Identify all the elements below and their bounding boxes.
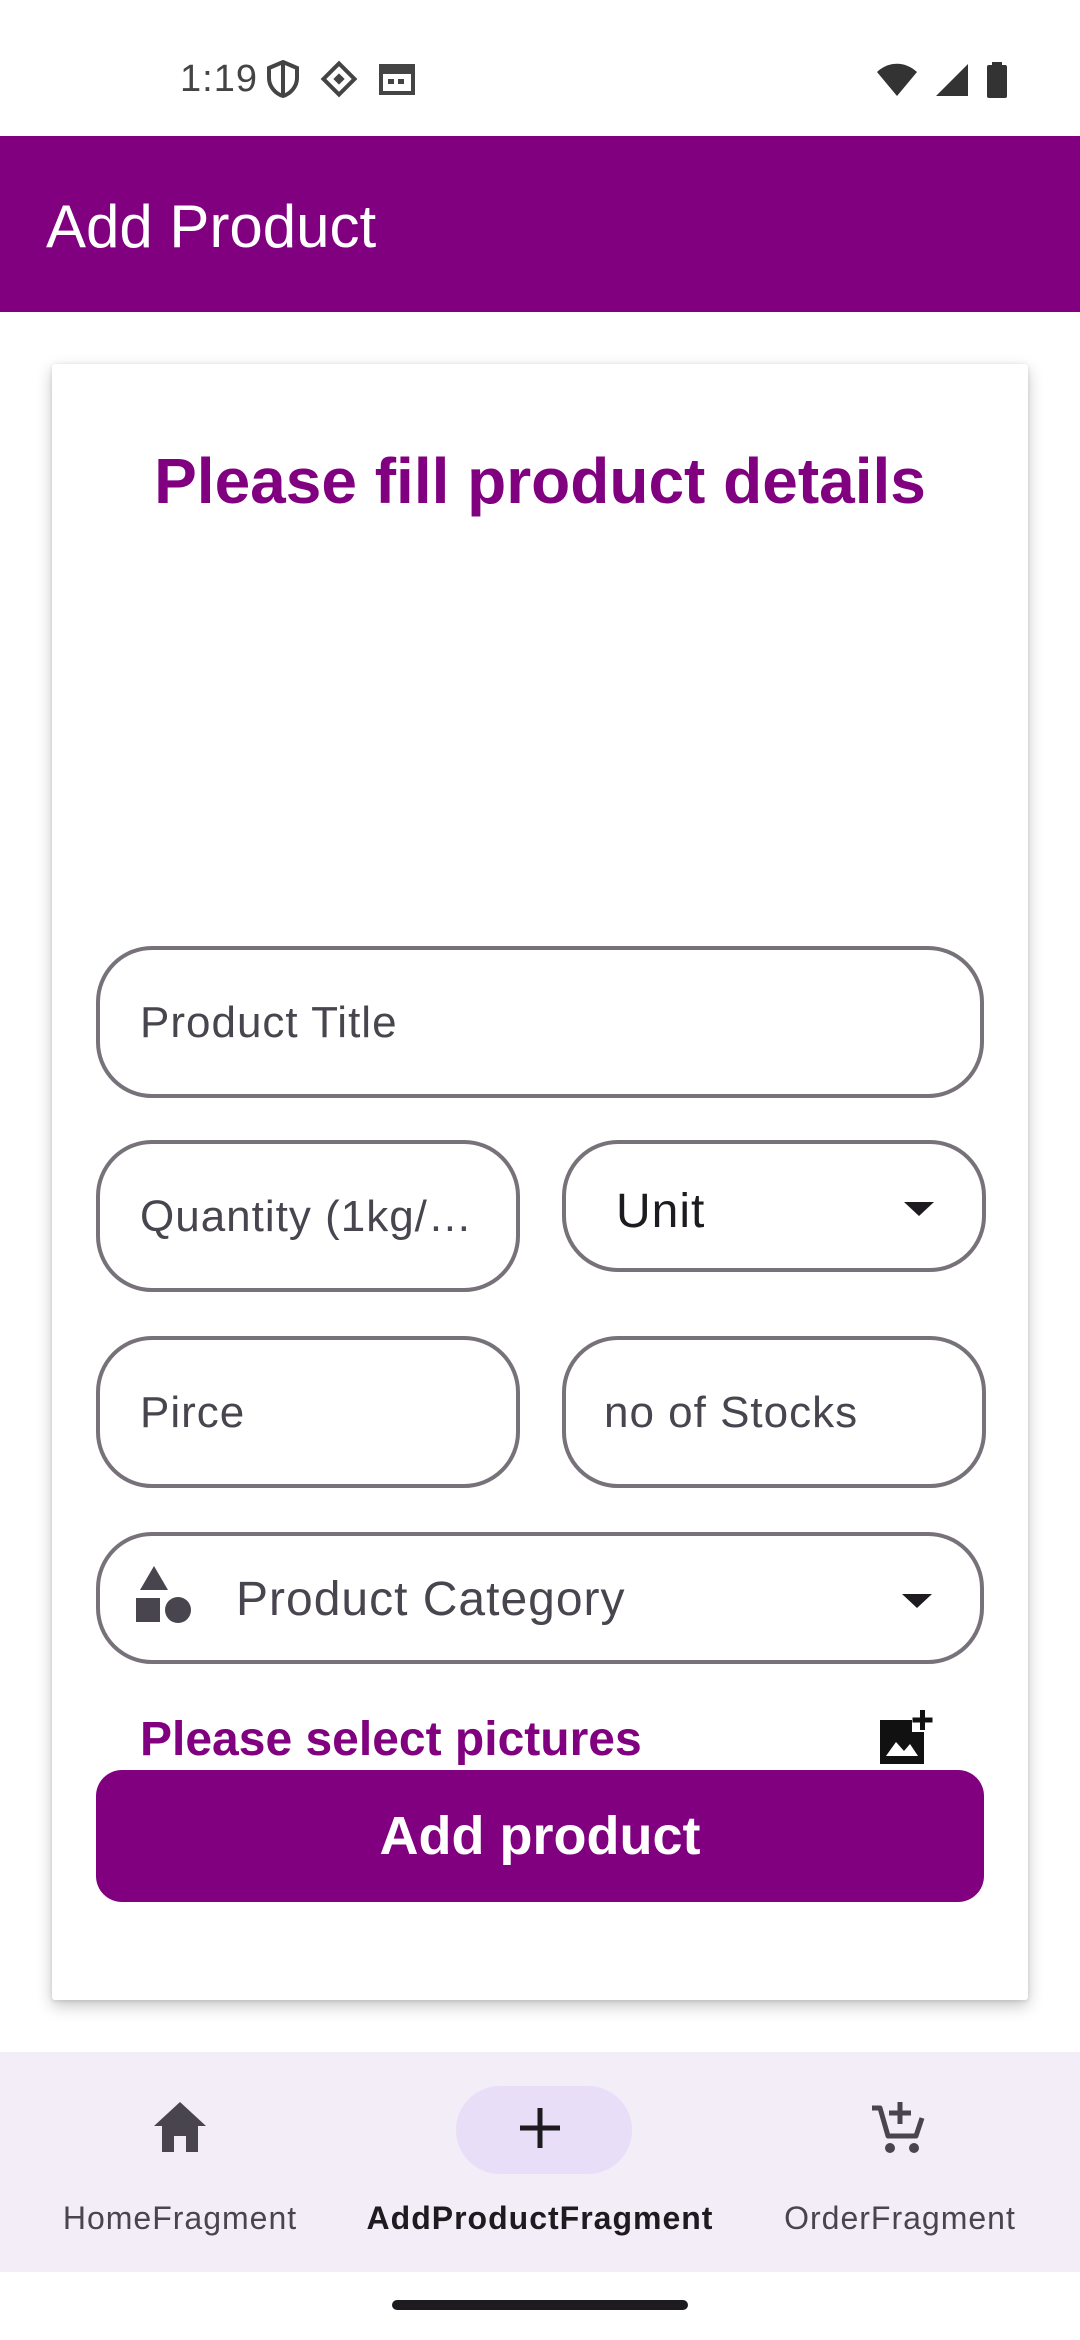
nav-item-add-product[interactable]: AddProductFragment — [360, 2052, 720, 2272]
status-system-icons — [876, 62, 1008, 98]
gesture-navigation-bar[interactable] — [392, 2300, 688, 2310]
quantity-field[interactable]: Quantity (1kg/… — [96, 1140, 520, 1292]
page-title: Add Product — [46, 193, 377, 260]
product-title-field[interactable]: Product Title — [96, 946, 984, 1098]
chevron-down-icon — [904, 1202, 934, 1216]
diamond-icon — [320, 60, 358, 98]
calendar-icon — [378, 62, 416, 96]
add-photo-icon[interactable] — [876, 1708, 936, 1773]
home-icon — [152, 2100, 208, 2159]
cellular-signal-icon — [934, 63, 970, 97]
form-heading: Please fill product details — [154, 445, 926, 517]
status-time: 1:19 — [180, 58, 258, 100]
battery-icon — [986, 62, 1008, 98]
nav-label-add-product: AddProductFragment — [366, 2200, 714, 2236]
add-product-button[interactable]: Add product — [96, 1770, 984, 1902]
chevron-down-icon — [902, 1594, 932, 1608]
nav-label-orders: OrderFragment — [784, 2200, 1016, 2236]
nav-label-home: HomeFragment — [62, 2200, 298, 2236]
wifi-icon — [876, 63, 918, 97]
add-to-cart-icon — [870, 2098, 930, 2163]
stocks-placeholder: no of Stocks — [604, 1388, 859, 1437]
unit-dropdown[interactable]: Unit — [562, 1140, 986, 1272]
status-bar: 1:19 — [0, 0, 1080, 136]
plus-icon — [518, 2106, 562, 2155]
product-form-card: Please fill product details Product Titl… — [52, 364, 1028, 2000]
price-placeholder: Pirce — [140, 1388, 246, 1437]
product-title-placeholder: Product Title — [140, 998, 398, 1047]
select-pictures-label: Please select pictures — [140, 1713, 642, 1766]
shield-icon — [266, 60, 300, 98]
stocks-field[interactable]: no of Stocks — [562, 1336, 986, 1488]
bottom-navigation: HomeFragment AddProductFragment OrderFra… — [0, 2052, 1080, 2272]
nav-item-orders[interactable]: OrderFragment — [720, 2052, 1080, 2272]
unit-label: Unit — [616, 1185, 706, 1238]
price-field[interactable]: Pirce — [96, 1336, 520, 1488]
status-notification-icons — [266, 60, 416, 98]
nav-item-home[interactable]: HomeFragment — [0, 2052, 360, 2272]
product-category-dropdown[interactable]: Product Category — [96, 1532, 984, 1664]
quantity-placeholder: Quantity (1kg/… — [140, 1192, 473, 1241]
app-bar: Add Product — [0, 136, 1080, 312]
category-shapes-icon — [136, 1566, 192, 1631]
category-label: Product Category — [236, 1573, 626, 1626]
